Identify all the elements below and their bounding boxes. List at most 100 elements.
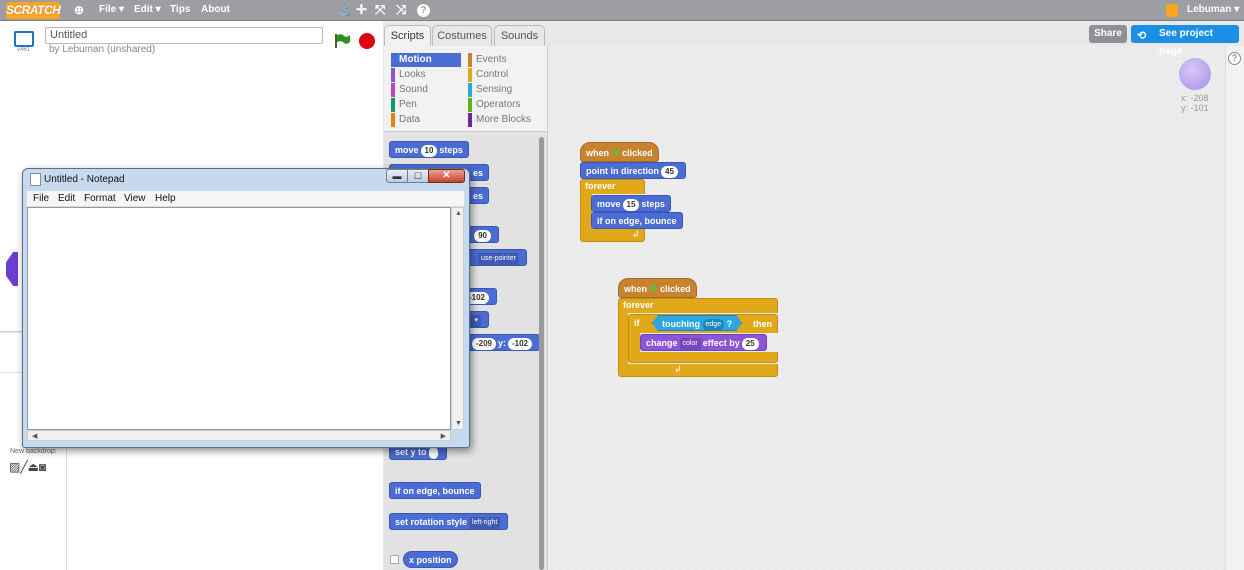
help-icon[interactable]: ? <box>417 4 430 17</box>
globe-icon[interactable]: ⊕ <box>74 3 84 17</box>
category-label: More Blocks <box>476 114 532 125</box>
dropdown[interactable]: left-right <box>469 516 501 529</box>
category-sound[interactable]: Sound <box>391 83 461 97</box>
palette-bounce-block[interactable]: if on edge, bounce <box>389 482 481 499</box>
notepad-menu-edit[interactable]: Edit <box>58 193 75 204</box>
block-label: move <box>395 145 419 155</box>
shrink-icon[interactable]: ⤨ <box>396 2 406 18</box>
palette-x-position-reporter[interactable]: x position <box>403 551 458 568</box>
category-sensing[interactable]: Sensing <box>468 83 543 97</box>
dropdown[interactable]: ▾ <box>471 314 481 327</box>
tab-scripts[interactable]: Scripts <box>384 25 431 46</box>
category-operators[interactable]: Operators <box>468 98 543 112</box>
dropdown[interactable]: use-pointer <box>477 252 519 265</box>
dropdown[interactable]: color <box>679 337 701 350</box>
num-input[interactable]: 45 <box>661 165 678 178</box>
palette-move-block[interactable]: move 10 steps <box>389 141 469 158</box>
palette-rotation-style-block[interactable]: set rotation style left-right <box>389 513 509 530</box>
delete-icon[interactable]: ✛ <box>356 2 367 18</box>
tab-sounds[interactable]: Sounds <box>494 25 545 46</box>
category-color-swatch <box>391 53 395 67</box>
minimize-button[interactable]: ▬ <box>386 169 408 183</box>
paint-backdrop-icon[interactable]: ▨ <box>9 460 20 474</box>
touching-edge-block[interactable]: touching edge ? <box>652 315 742 331</box>
share-button[interactable]: Share <box>1089 25 1127 43</box>
category-looks[interactable]: Looks <box>391 68 461 82</box>
block-label: y: <box>497 338 506 348</box>
block-label: when <box>624 284 648 294</box>
category-more-blocks[interactable]: More Blocks <box>468 113 543 127</box>
notepad-text-area[interactable] <box>27 207 451 430</box>
palette-scrollbar[interactable] <box>539 137 544 570</box>
close-button[interactable]: ✕ <box>428 169 465 183</box>
upload-icon[interactable]: ⏏ <box>28 460 39 474</box>
block-label: es <box>472 191 483 201</box>
stop-icon[interactable] <box>359 33 375 49</box>
num-input[interactable]: -102 <box>507 337 532 350</box>
dropdown[interactable]: edge <box>703 319 725 331</box>
scroll-left-icon[interactable]: ◀ <box>32 432 37 440</box>
grow-icon[interactable]: ⤧ <box>375 2 385 18</box>
num-input[interactable]: 15 <box>622 198 640 211</box>
notepad-menu-help[interactable]: Help <box>155 193 176 204</box>
category-color-swatch <box>391 83 395 97</box>
if-on-edge-bounce-block[interactable]: if on edge, bounce <box>591 212 683 229</box>
see-project-page-button[interactable]: ⟲ See project page <box>1131 25 1239 57</box>
notepad-menubar: File Edit Format View Help <box>27 191 464 207</box>
backdrop-tools: ▨╱⏏◙ <box>9 460 46 474</box>
block-label: change <box>646 338 678 348</box>
num-input[interactable]: 90 <box>474 229 491 242</box>
brush-icon[interactable]: ╱ <box>20 460 27 474</box>
num-input[interactable]: -209 <box>471 337 496 350</box>
notepad-horizontal-scrollbar[interactable]: ◀ ▶ <box>27 430 451 441</box>
duplicate-icon[interactable]: ⚓ <box>337 2 353 18</box>
category-events[interactable]: Events <box>468 53 543 67</box>
scroll-right-icon[interactable]: ▶ <box>441 432 446 440</box>
tab-costumes[interactable]: Costumes <box>432 25 492 46</box>
category-label: Sound <box>399 84 428 95</box>
point-in-direction-block[interactable]: point in direction 45 <box>580 162 686 179</box>
category-label: Looks <box>399 69 426 80</box>
category-label: Sensing <box>476 84 513 95</box>
scripts-scrollbar[interactable] <box>1225 46 1244 570</box>
user-menu[interactable]: Lebuman ▾ <box>1187 4 1239 15</box>
notepad-menu-format[interactable]: Format <box>84 193 116 204</box>
block-label: es <box>472 168 483 178</box>
notepad-menu-file[interactable]: File <box>33 193 49 204</box>
category-motion[interactable]: Motion <box>391 53 461 67</box>
block-label: x position <box>409 555 452 565</box>
when-flag-clicked-hat[interactable]: when ⚑ clicked <box>618 278 697 298</box>
fullscreen-icon[interactable] <box>14 31 34 47</box>
camera-icon[interactable]: ◙ <box>39 460 46 474</box>
project-title-input[interactable]: Untitled <box>45 27 323 44</box>
green-flag-icon[interactable] <box>334 33 351 49</box>
menu-about[interactable]: About <box>201 4 230 15</box>
loop-arrow-icon: ↲ <box>632 229 640 239</box>
x-position-checkbox[interactable] <box>390 555 399 564</box>
help-icon[interactable]: ? <box>1228 52 1241 65</box>
menu-file[interactable]: File ▾ <box>99 4 124 15</box>
menu-edit[interactable]: Edit ▾ <box>134 4 161 15</box>
user-avatar[interactable] <box>1166 4 1178 17</box>
category-label: Events <box>476 54 507 65</box>
move-steps-block[interactable]: move 15 steps <box>591 195 671 212</box>
notepad-menu-view[interactable]: View <box>124 193 146 204</box>
menu-tips[interactable]: Tips <box>170 4 190 15</box>
category-pen[interactable]: Pen <box>391 98 461 112</box>
category-color-swatch <box>391 98 395 112</box>
maximize-button[interactable]: ☐ <box>407 169 429 183</box>
green-flag-icon: ⚑ <box>611 148 620 158</box>
y-coordinate: y: -101 <box>1181 103 1209 113</box>
category-control[interactable]: Control <box>468 68 543 82</box>
num-input[interactable] <box>428 446 438 459</box>
change-effect-block[interactable]: change color effect by 25 <box>640 334 767 351</box>
scratch-logo[interactable]: SCRATCH <box>6 2 61 19</box>
scroll-down-icon[interactable]: ▼ <box>455 420 462 427</box>
notepad-vertical-scrollbar[interactable]: ▲ ▼ <box>451 207 464 430</box>
category-data[interactable]: Data <box>391 113 461 127</box>
num-input[interactable]: 10 <box>420 144 438 157</box>
block-label: point in direction <box>586 166 659 176</box>
scroll-up-icon[interactable]: ▲ <box>455 210 462 217</box>
when-flag-clicked-hat[interactable]: when ⚑ clicked <box>580 142 659 162</box>
num-input[interactable]: 25 <box>741 337 759 350</box>
